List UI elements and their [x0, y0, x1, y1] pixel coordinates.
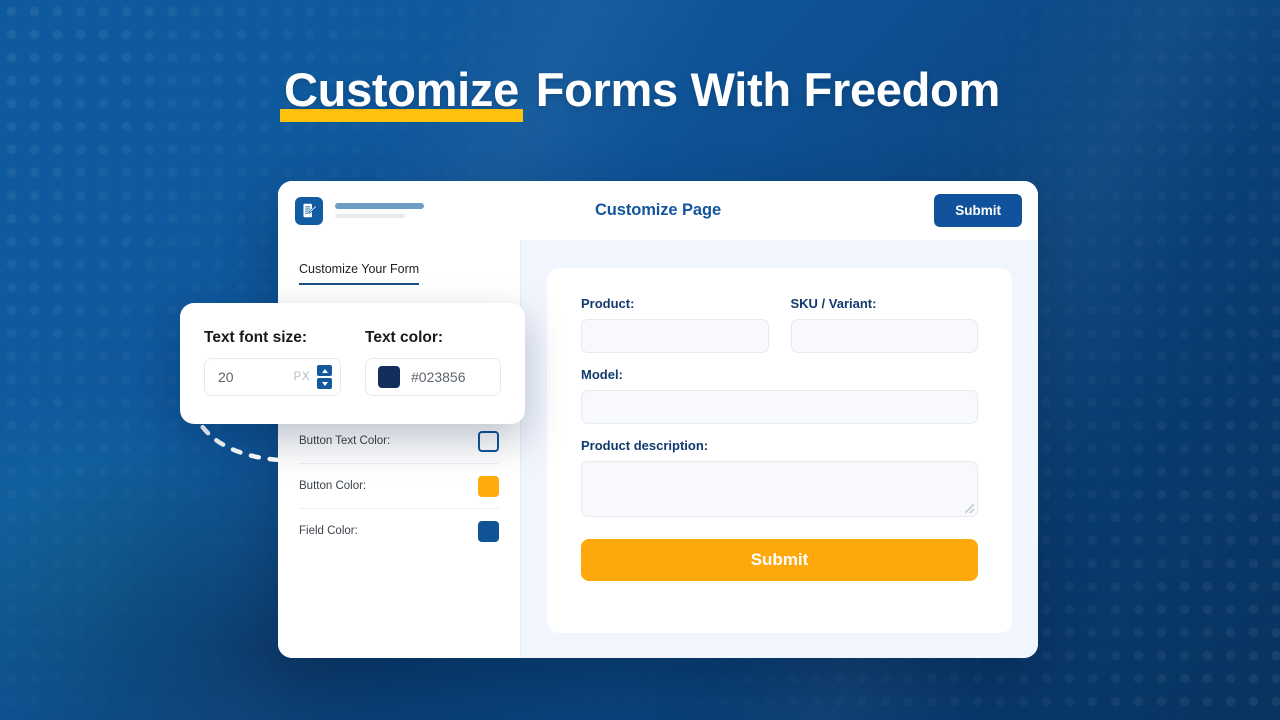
header-submit-button[interactable]: Submit [934, 194, 1022, 227]
color-row-button-label: Button Color: [299, 480, 367, 492]
callout-panel: Text font size: 20 PX Text color: #02385… [180, 303, 525, 424]
callout-font-size-field: Text font size: 20 PX [204, 329, 341, 396]
brand-bar-primary [335, 203, 424, 209]
color-row-field-label: Field Color: [299, 525, 358, 537]
app-header: Customize Page Submit [278, 181, 1038, 240]
app-brand [295, 196, 424, 225]
document-pencil-icon [295, 196, 323, 225]
headline-rest: Forms With Freedom [522, 63, 1001, 116]
color-row-button[interactable]: Button Color: [299, 463, 499, 508]
callout-font-size-label: Text font size: [204, 329, 308, 346]
form-field-product: Product: [581, 296, 769, 353]
color-row-button-text-label: Button Text Color: [299, 435, 391, 447]
color-swatch-button-text[interactable] [478, 430, 499, 452]
form-preview-panel: Product: SKU / Variant: Model: Product d… [521, 240, 1038, 658]
callout-text-color-input[interactable]: #023856 [365, 358, 501, 396]
chevron-down-icon [321, 381, 328, 386]
callout-font-size-input[interactable]: 20 PX [204, 358, 341, 396]
form-row-product-sku: Product: SKU / Variant: [581, 296, 978, 353]
form-label-product: Product: [581, 296, 635, 311]
form-field-description: Product description: [581, 438, 978, 517]
form-field-model: Model: [581, 367, 978, 424]
color-row-button-text[interactable]: Button Text Color: [299, 418, 499, 463]
callout-text-color-label: Text color: [365, 329, 444, 346]
form-label-sku-variant: SKU / Variant: [790, 296, 877, 311]
brand-bar-secondary [335, 214, 405, 218]
resize-handle-icon[interactable] [965, 504, 974, 513]
color-row-field[interactable]: Field Color: [299, 508, 499, 553]
callout-text-color-field: Text color: #023856 [365, 329, 501, 396]
headline: Customize Forms With Freedom [0, 63, 1280, 122]
form-submit-button[interactable]: Submit [581, 539, 978, 581]
callout-stepper-down-button[interactable] [317, 378, 332, 389]
callout-color-hex-value: #023856 [411, 369, 466, 385]
chevron-up-icon [321, 368, 328, 373]
callout-font-size-unit: PX [293, 371, 310, 383]
form-field-sku-variant: SKU / Variant: [790, 296, 978, 353]
form-textarea-description[interactable] [581, 461, 978, 517]
form-input-product[interactable] [581, 319, 769, 353]
color-swatch-field[interactable] [478, 520, 499, 542]
callout-stepper-up-button[interactable] [317, 365, 332, 376]
brand-placeholder-bars [335, 203, 424, 218]
form-label-model: Model: [581, 367, 623, 382]
form-input-sku-variant[interactable] [790, 319, 978, 353]
tab-customize-your-form[interactable]: Customize Your Form [299, 240, 420, 293]
color-swatch-button[interactable] [478, 475, 499, 497]
headline-accent-word: Customize [280, 66, 523, 122]
tab-customize-your-form-label: Customize Your Form [299, 262, 420, 285]
form-card: Product: SKU / Variant: Model: Product d… [547, 268, 1012, 633]
form-input-model[interactable] [581, 390, 978, 424]
callout-color-swatch[interactable] [378, 366, 400, 388]
callout-stepper[interactable] [317, 365, 332, 389]
callout-font-size-value: 20 [218, 369, 234, 385]
headline-text: Customize Forms With Freedom [280, 63, 1001, 122]
form-label-description: Product description: [581, 438, 709, 453]
